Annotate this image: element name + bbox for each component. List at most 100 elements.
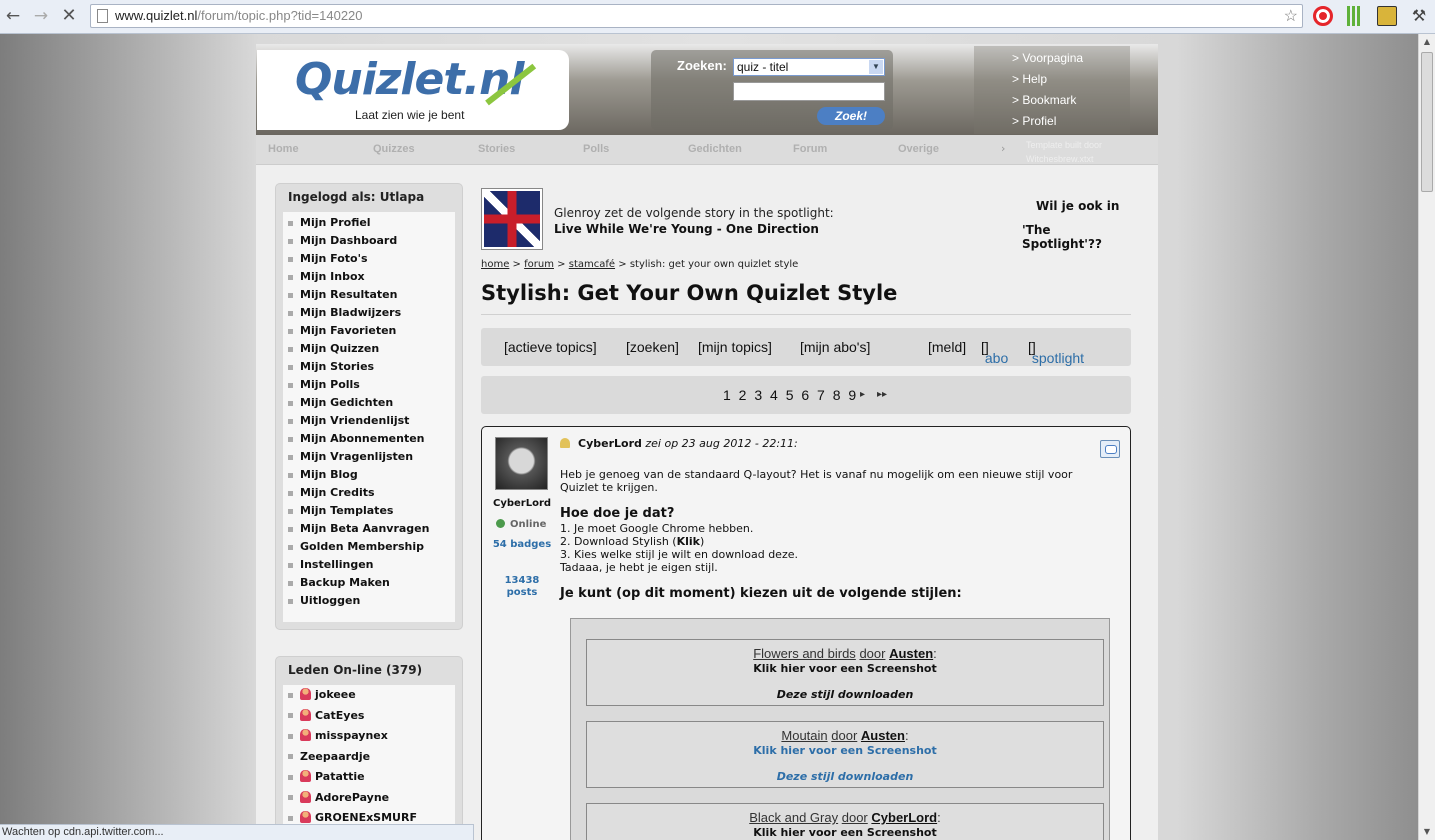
- search-input[interactable]: [733, 82, 885, 101]
- adblock-icon[interactable]: [1313, 6, 1333, 26]
- pagination: 1 2 3 4 5 6 7 8 9 ▸ ▸▸: [481, 376, 1131, 414]
- bullet-icon: [288, 220, 293, 226]
- next-page-icon[interactable]: ▸: [860, 389, 865, 400]
- spotlight-line1: Glenroy zet de volgende story in the spo…: [554, 206, 834, 220]
- post-step: 1. Je moet Google Chrome hebben.: [560, 522, 754, 535]
- sidebar-item-backup-maken[interactable]: Backup Maken: [288, 576, 390, 589]
- spotlight-story-link[interactable]: Live While We're Young - One Direction: [554, 222, 819, 236]
- back-icon[interactable]: ←: [2, 5, 24, 27]
- sidebar-item-mijn-quizzen[interactable]: Mijn Quizzen: [288, 342, 379, 355]
- my-topics-link[interactable]: [mijn topics]: [698, 339, 772, 355]
- nav-home[interactable]: Home: [268, 143, 299, 155]
- sidebar-item-mijn-blog[interactable]: Mijn Blog: [288, 468, 358, 481]
- bullet-icon: [288, 454, 293, 460]
- login-title: Ingelogd als: Utlapa: [288, 190, 425, 204]
- online-user[interactable]: GROENExSMURF: [288, 811, 417, 824]
- search-type-select[interactable]: quiz - titel ▼: [733, 58, 885, 76]
- online-user[interactable]: Patattie: [288, 770, 365, 783]
- breadcrumb-home[interactable]: home: [481, 259, 509, 270]
- bookmark-star-icon[interactable]: ☆: [1284, 6, 1298, 28]
- breadcrumb-forum[interactable]: forum: [524, 259, 554, 270]
- quicklink-help[interactable]: > Help: [1012, 72, 1047, 86]
- quicklink-bookmark[interactable]: > Bookmark: [1012, 93, 1076, 107]
- screenshot-link[interactable]: Klik hier voor een Screenshot: [587, 662, 1103, 675]
- sidebar-item-mijn-inbox[interactable]: Mijn Inbox: [288, 270, 365, 283]
- screenshot-link[interactable]: Klik hier voor een Screenshot: [587, 826, 1103, 839]
- report-link[interactable]: [meld]: [928, 339, 966, 355]
- signal-icon[interactable]: [1345, 6, 1365, 26]
- stylish-download-link[interactable]: Klik: [677, 535, 700, 548]
- search-link[interactable]: [zoeken]: [626, 339, 679, 355]
- post-author-name[interactable]: CyberLord: [493, 498, 551, 509]
- sidebar-item-mijn-polls[interactable]: Mijn Polls: [288, 378, 360, 391]
- nav-overige[interactable]: Overige: [898, 143, 939, 155]
- sidebar-item-mijn-beta-aanvragen[interactable]: Mijn Beta Aanvragen: [288, 522, 429, 535]
- page-numbers[interactable]: 1 2 3 4 5 6 7 8 9: [723, 387, 858, 403]
- sidebar-item-mijn-templates[interactable]: Mijn Templates: [288, 504, 393, 517]
- scroll-up-icon[interactable]: ▲: [1419, 34, 1435, 50]
- online-user[interactable]: jokeee: [288, 688, 356, 701]
- page-scrollbar[interactable]: ▲ ▼: [1418, 34, 1435, 840]
- sidebar-item-mijn-bladwijzers[interactable]: Mijn Bladwijzers: [288, 306, 401, 319]
- quote-icon[interactable]: [1100, 440, 1120, 458]
- sidebar-item-mijn-abonnementen[interactable]: Mijn Abonnementen: [288, 432, 425, 445]
- extension-icon[interactable]: [1377, 6, 1397, 26]
- user-icon: [300, 729, 311, 741]
- online-user[interactable]: AdorePayne: [288, 790, 389, 804]
- spotlight-ask-2[interactable]: 'The Spotlight'??: [1022, 223, 1131, 251]
- bullet-icon: [288, 256, 293, 262]
- subscribe-link[interactable]: abo: [985, 350, 1008, 366]
- scroll-down-icon[interactable]: ▼: [1419, 824, 1435, 840]
- download-link[interactable]: Deze stijl downloaden: [587, 688, 1103, 701]
- search-button[interactable]: Zoek!: [817, 107, 885, 125]
- my-subscriptions-link[interactable]: [mijn abo's]: [800, 339, 870, 355]
- wrench-icon[interactable]: ⚒: [1409, 6, 1429, 26]
- sidebar-item-mijn-dashboard[interactable]: Mijn Dashboard: [288, 234, 397, 247]
- download-link[interactable]: Deze stijl downloaden: [587, 770, 1103, 783]
- post-header: CyberLord zei op 23 aug 2012 - 22:11:: [560, 437, 798, 450]
- sidebar-item-mijn-profiel[interactable]: Mijn Profiel: [288, 216, 371, 229]
- sidebar-item-mijn-vriendenlijst[interactable]: Mijn Vriendenlijst: [288, 414, 409, 427]
- posts-count[interactable]: 13438 posts: [492, 575, 552, 599]
- online-user[interactable]: misspaynex: [288, 729, 388, 742]
- last-page-icon[interactable]: ▸▸: [877, 389, 887, 400]
- quicklink-voorpagina[interactable]: > Voorpagina: [1012, 51, 1083, 65]
- spotlight-image[interactable]: [481, 188, 543, 250]
- nav-forum[interactable]: Forum: [793, 143, 827, 155]
- sidebar-item-mijn-credits[interactable]: Mijn Credits: [288, 486, 375, 499]
- sidebar-item-mijn-vragenlijsten[interactable]: Mijn Vragenlijsten: [288, 450, 413, 463]
- bullet-icon: [288, 713, 293, 718]
- nav-polls[interactable]: Polls: [583, 143, 609, 155]
- style-card: Moutain door Austen: Klik hier voor een …: [586, 721, 1104, 788]
- sidebar-item-mijn-resultaten[interactable]: Mijn Resultaten: [288, 288, 397, 301]
- avatar[interactable]: [495, 437, 548, 490]
- spotlight-link[interactable]: spotlight: [1032, 350, 1084, 366]
- sidebar-item-uitloggen[interactable]: Uitloggen: [288, 594, 360, 607]
- sidebar-item-mijn-gedichten[interactable]: Mijn Gedichten: [288, 396, 393, 409]
- bullet-icon: [288, 274, 293, 280]
- sidebar-item-instellingen[interactable]: Instellingen: [288, 558, 374, 571]
- scroll-thumb[interactable]: [1421, 52, 1433, 192]
- nav-stories[interactable]: Stories: [478, 143, 515, 155]
- sidebar-item-mijn-favorieten[interactable]: Mijn Favorieten: [288, 324, 396, 337]
- online-user[interactable]: Zeepaardje: [288, 750, 370, 763]
- nav-gedichten[interactable]: Gedichten: [688, 143, 742, 155]
- address-bar[interactable]: www.quizlet.nl/forum/topic.php?tid=14022…: [90, 4, 1303, 28]
- screenshot-link[interactable]: Klik hier voor een Screenshot: [587, 744, 1103, 757]
- spotlight-ask[interactable]: Wil je ook in: [1036, 199, 1119, 213]
- logo[interactable]: Quizlet.nl Laat zien wie je bent: [257, 50, 569, 130]
- sidebar-item-mijn-foto-s[interactable]: Mijn Foto's: [288, 252, 368, 265]
- forward-icon[interactable]: →: [30, 5, 52, 27]
- active-topics-link[interactable]: [actieve topics]: [504, 339, 597, 355]
- online-user[interactable]: CatEyes: [288, 708, 364, 722]
- breadcrumb-stamcafe[interactable]: stamcafé: [569, 259, 615, 270]
- sidebar-item-mijn-stories[interactable]: Mijn Stories: [288, 360, 374, 373]
- badges-count[interactable]: 54 badges: [492, 539, 552, 551]
- stop-icon[interactable]: ✕: [58, 5, 80, 27]
- post-text: Tadaaa, je hebt je eigen stijl.: [560, 561, 718, 574]
- page-icon: [97, 9, 108, 23]
- sidebar-item-golden-membership[interactable]: Golden Membership: [288, 540, 424, 553]
- quicklink-profiel[interactable]: > Profiel: [1012, 114, 1056, 128]
- nav-quizzes[interactable]: Quizzes: [373, 143, 415, 155]
- bullet-icon: [288, 436, 293, 442]
